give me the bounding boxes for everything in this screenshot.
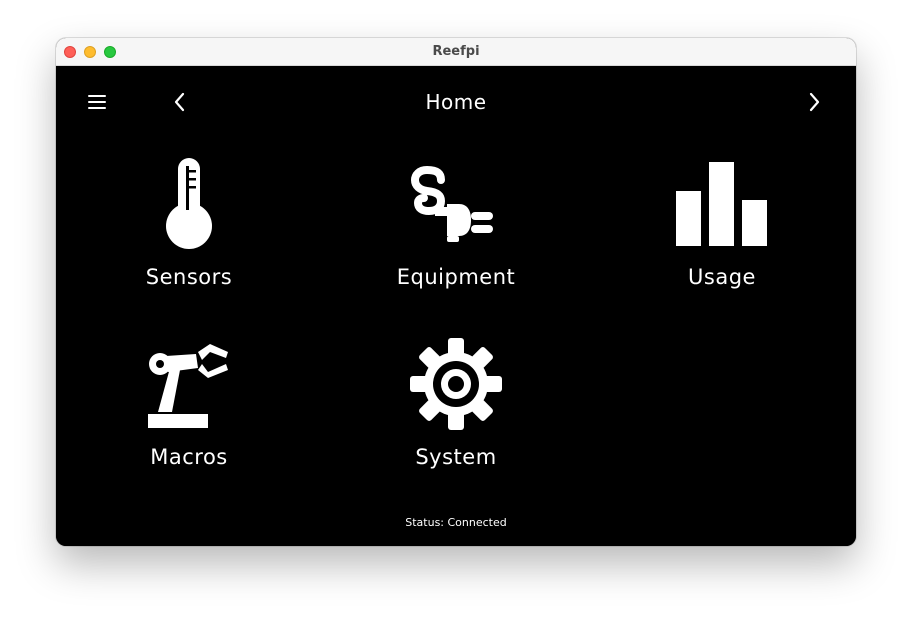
connection-status: Status: Connected bbox=[405, 516, 507, 529]
next-page-button[interactable] bbox=[802, 90, 826, 114]
tile-label: System bbox=[415, 445, 497, 469]
plug-icon bbox=[411, 165, 493, 242]
tile-usage[interactable]: Usage bbox=[622, 154, 822, 290]
tile-label: Usage bbox=[688, 265, 756, 289]
window-titlebar[interactable]: Reefpi bbox=[56, 38, 856, 66]
thermometer-icon bbox=[166, 158, 212, 249]
robot-arm-icon bbox=[148, 344, 228, 428]
chevron-right-icon bbox=[809, 92, 820, 112]
bar-chart-icon bbox=[676, 162, 767, 246]
tile-label: Sensors bbox=[145, 265, 233, 289]
page-title: Home bbox=[425, 90, 487, 114]
main-content: Home Sensors Equipment Usage Macros Syst… bbox=[56, 66, 856, 546]
tile-equipment[interactable]: Equipment bbox=[356, 154, 556, 290]
tile-macros[interactable]: Macros bbox=[89, 334, 289, 470]
tile-label: Equipment bbox=[396, 265, 516, 289]
gear-icon bbox=[410, 338, 502, 430]
tile-label: Macros bbox=[150, 445, 228, 469]
tile-sensors[interactable]: Sensors bbox=[89, 154, 289, 290]
app-window: Reefpi Home Sensors Equipment Usage Macr… bbox=[56, 38, 856, 546]
window-title: Reefpi bbox=[432, 44, 480, 59]
tile-system[interactable]: System bbox=[356, 334, 556, 470]
